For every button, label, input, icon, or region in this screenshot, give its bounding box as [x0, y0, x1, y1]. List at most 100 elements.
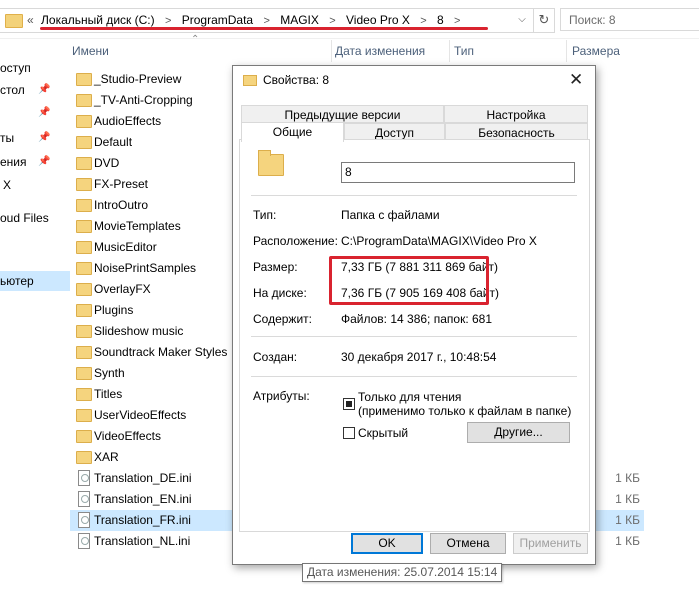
file-name: FX-Preset [94, 177, 149, 191]
chevron-down-icon[interactable]: ⌵ [512, 9, 532, 32]
folder-icon [76, 199, 92, 212]
nav-item-label: oud Files [0, 211, 49, 225]
file-size: 1 КБ [615, 471, 640, 485]
column-divider[interactable] [449, 40, 450, 62]
nav-item-pinned[interactable]: 📌 [0, 103, 70, 123]
file-name: NoisePrintSamples [94, 261, 197, 275]
column-header-date[interactable]: Дата изменения [335, 40, 425, 62]
ok-button[interactable]: OK [351, 533, 423, 554]
dialog-titlebar[interactable]: Свойства: 8 ✕ [233, 66, 595, 96]
folder-icon [76, 262, 92, 275]
nav-item-cloud-files[interactable]: oud Files [0, 208, 70, 228]
folder-icon [76, 241, 92, 254]
chevron-right-icon[interactable]: > [329, 15, 335, 27]
nav-item-quick-access[interactable]: оступ [0, 58, 70, 78]
nav-item-label: стол [0, 83, 25, 97]
highlight-box [329, 256, 489, 305]
contains-value: Файлов: 14 386; папок: 681 [341, 312, 493, 326]
divider [251, 195, 577, 196]
nav-item-label: ения [0, 155, 27, 169]
folder-icon [76, 388, 92, 401]
crumb-local-disk[interactable]: Локальный диск (C:) [41, 13, 155, 27]
file-name: Translation_DE.ini [94, 471, 192, 485]
tab-general[interactable]: Общие [241, 122, 344, 142]
file-name: _Studio-Preview [94, 72, 182, 86]
chevron-right-icon[interactable]: > [420, 15, 426, 27]
settings-file-icon [78, 491, 90, 507]
file-name: Plugins [94, 303, 134, 317]
crumb-overflow[interactable]: « [27, 13, 34, 27]
created-value: 30 декабря 2017 г., 10:48:54 [341, 350, 497, 364]
column-divider[interactable] [331, 40, 332, 62]
chevron-right-icon[interactable]: > [263, 15, 269, 27]
folder-icon [5, 14, 23, 28]
pin-icon: 📌 [38, 84, 51, 95]
chevron-right-icon[interactable]: > [454, 15, 460, 27]
folder-icon [258, 150, 284, 176]
folder-icon [76, 136, 92, 149]
file-size: 1 КБ [615, 492, 640, 506]
crumb-programdata[interactable]: ProgramData [182, 13, 253, 27]
settings-file-icon [78, 470, 90, 486]
close-icon[interactable]: ✕ [569, 70, 583, 90]
file-name: Default [94, 135, 133, 149]
column-header-type[interactable]: Тип [454, 40, 474, 62]
settings-file-icon [78, 512, 90, 528]
crumb-video-pro-x[interactable]: Video Pro X [346, 13, 410, 27]
crumb-8[interactable]: 8 [437, 13, 444, 27]
folder-icon [76, 409, 92, 422]
address-bar-area: « Локальный диск (C:) > ProgramData > MA… [0, 0, 699, 39]
chevron-right-icon[interactable]: > [165, 15, 171, 27]
column-header-size[interactable]: Размера [572, 40, 620, 62]
hidden-checkbox[interactable] [343, 427, 355, 439]
other-attributes-button[interactable]: Другие... [467, 422, 570, 443]
nav-item-x[interactable]: X [0, 175, 70, 195]
folder-icon [76, 283, 92, 296]
tab-previous-versions[interactable]: Предыдущие версии [241, 105, 444, 123]
attributes-label: Атрибуты: [253, 389, 310, 403]
refresh-icon[interactable]: ↻ [533, 8, 555, 33]
column-divider[interactable] [566, 40, 567, 62]
nav-item-label: ты [0, 131, 15, 145]
folder-name-field[interactable]: 8 [341, 162, 575, 183]
divider [251, 336, 577, 337]
folder-icon [76, 367, 92, 380]
created-label: Создан: [253, 350, 298, 364]
folder-icon [76, 430, 92, 443]
file-name: AudioEffects [94, 114, 162, 128]
nav-item-label: X [3, 178, 12, 192]
search-input[interactable]: Поиск: 8 [560, 8, 699, 31]
file-name: Translation_EN.ini [94, 492, 192, 506]
file-name: _TV-Anti-Cropping [94, 93, 193, 107]
readonly-note: (применимо только к файлам в папке) [358, 404, 572, 418]
folder-icon [76, 115, 92, 128]
pin-icon: 📌 [38, 132, 51, 143]
type-label: Тип: [253, 208, 277, 222]
file-name: Synth [94, 366, 125, 380]
folder-icon [76, 325, 92, 338]
crumb-magix[interactable]: MAGIX [280, 13, 319, 27]
settings-file-icon [78, 533, 90, 549]
folder-icon [76, 178, 92, 191]
nav-item-computer[interactable]: ьютер [0, 271, 70, 291]
nav-item-label: оступ [0, 61, 31, 75]
file-name: VideoEffects [94, 429, 161, 443]
nav-item-images[interactable]: ения 📌 [0, 152, 70, 172]
folder-icon [76, 157, 92, 170]
folder-icon [76, 220, 92, 233]
file-name: XAR [94, 450, 119, 464]
nav-item-documents[interactable]: ты 📌 [0, 128, 70, 148]
cancel-button[interactable]: Отмена [430, 533, 506, 554]
nav-item-desktop[interactable]: стол 📌 [0, 80, 70, 100]
apply-button[interactable]: Применить [513, 533, 588, 554]
folder-icon [76, 304, 92, 317]
file-name: UserVideoEffects [94, 408, 187, 422]
readonly-checkbox[interactable] [343, 398, 355, 410]
tab-customize[interactable]: Настройка [444, 105, 588, 123]
pin-icon: 📌 [38, 156, 51, 167]
disk-size-label: На диске: [253, 286, 307, 300]
column-header-name[interactable]: Имени [72, 40, 109, 62]
file-name: Titles [94, 387, 123, 401]
location-label: Расположение: [253, 234, 338, 248]
navigation-pane: оступ стол 📌 📌 ты 📌 ения 📌 X oud Files ьюте… [0, 38, 70, 593]
